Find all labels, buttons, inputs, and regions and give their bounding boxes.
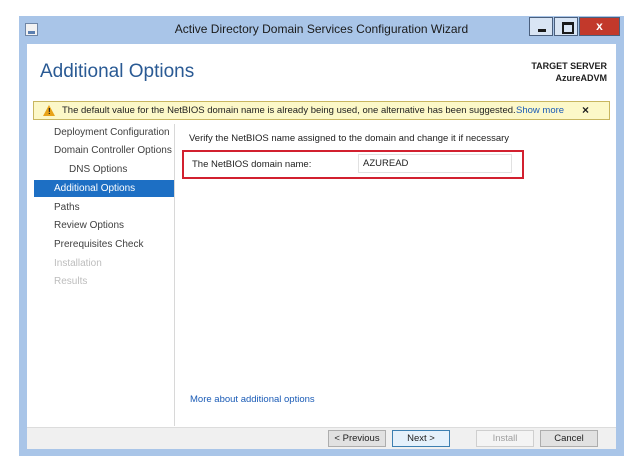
- close-button[interactable]: x: [579, 17, 620, 36]
- nav-item-dns-options[interactable]: DNS Options: [34, 161, 174, 178]
- minimize-icon: [538, 29, 546, 32]
- warning-close-icon[interactable]: ×: [582, 103, 589, 117]
- install-button: Install: [476, 430, 534, 447]
- wizard-footer: < Previous Next > Install Cancel: [27, 427, 616, 449]
- wizard-nav: Deployment Configuration Domain Controll…: [34, 124, 175, 426]
- wizard-client-area: Additional Options TARGET SERVER AzureAD…: [27, 44, 616, 449]
- warning-banner: ! The default value for the NetBIOS doma…: [33, 101, 610, 120]
- maximize-icon: [562, 22, 574, 34]
- nav-item-review-options[interactable]: Review Options: [34, 217, 174, 234]
- minimize-button[interactable]: [529, 17, 553, 36]
- wizard-window: Active Directory Domain Services Configu…: [19, 16, 624, 456]
- netbios-field-highlight: The NetBIOS domain name:: [182, 150, 524, 179]
- nav-item-results: Results: [54, 276, 88, 287]
- nav-item-prerequisites-check[interactable]: Prerequisites Check: [34, 236, 174, 253]
- page-title: Additional Options: [40, 61, 195, 82]
- close-icon: x: [596, 19, 603, 33]
- netbios-domain-name-input[interactable]: [358, 154, 512, 173]
- title-bar[interactable]: Active Directory Domain Services Configu…: [19, 16, 624, 44]
- target-server-label: TARGET SERVER: [531, 61, 607, 71]
- cancel-button[interactable]: Cancel: [540, 430, 598, 447]
- nav-item-paths[interactable]: Paths: [34, 199, 174, 216]
- next-button[interactable]: Next >: [392, 430, 450, 447]
- previous-button[interactable]: < Previous: [328, 430, 386, 447]
- netbios-label: The NetBIOS domain name:: [192, 159, 312, 170]
- show-more-link[interactable]: Show more: [516, 105, 564, 116]
- content-description: Verify the NetBIOS name assigned to the …: [189, 133, 510, 144]
- warning-text: The default value for the NetBIOS domain…: [62, 105, 516, 116]
- warning-icon: !: [43, 105, 55, 116]
- nav-item-deployment-configuration[interactable]: Deployment Configuration: [34, 124, 174, 141]
- maximize-button[interactable]: [554, 17, 578, 36]
- more-about-link[interactable]: More about additional options: [190, 394, 315, 405]
- nav-item-additional-options[interactable]: Additional Options: [34, 180, 174, 197]
- nav-item-installation: Installation: [54, 258, 102, 269]
- nav-item-domain-controller-options[interactable]: Domain Controller Options: [34, 142, 174, 159]
- target-server-name: AzureADVM: [555, 73, 607, 83]
